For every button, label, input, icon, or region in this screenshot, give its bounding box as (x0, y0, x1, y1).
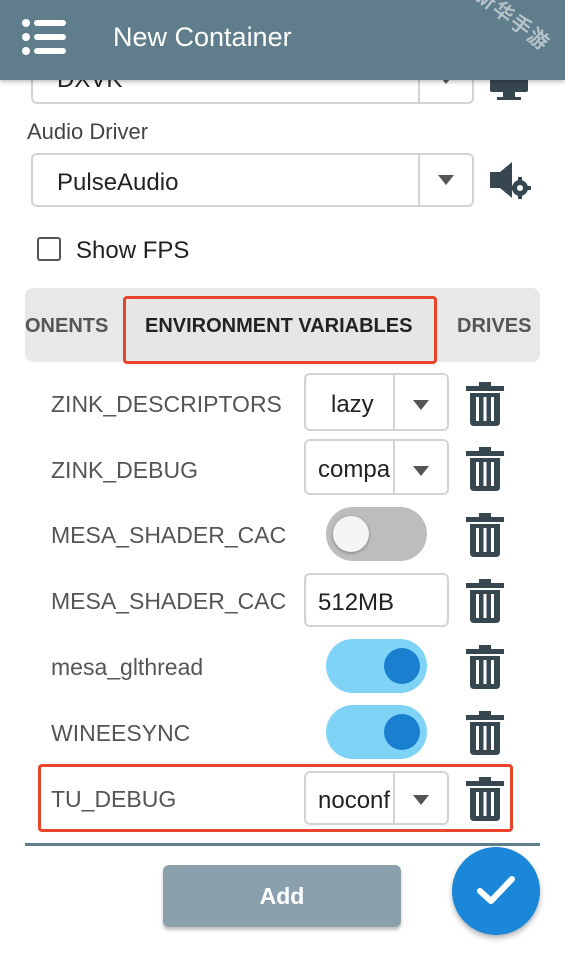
show-fps-label: Show FPS (76, 237, 190, 264)
trash-icon[interactable] (466, 711, 504, 755)
tab-components[interactable]: ONENTS (25, 315, 108, 338)
audio-driver-value: PulseAudio (57, 169, 179, 196)
toggle-knob (333, 516, 369, 552)
env-var-toggle[interactable] (326, 639, 427, 693)
chevron-down-icon (393, 375, 447, 429)
speaker-gear-icon[interactable] (488, 160, 532, 202)
env-var-name: ZINK_DEBUG (51, 457, 198, 483)
audio-driver-label: Audio Driver (27, 119, 149, 144)
tab-drives[interactable]: DRIVES (457, 315, 531, 338)
audio-driver-select[interactable]: PulseAudio (31, 153, 474, 207)
env-var-name: MESA_SHADER_CAC (51, 522, 287, 548)
env-var-toggle[interactable] (326, 507, 427, 561)
env-var-name: MESA_SHADER_CAC (51, 588, 287, 614)
add-button-label: Add (259, 883, 305, 909)
toggle-knob (384, 714, 420, 750)
add-button[interactable]: Add (163, 865, 401, 927)
check-icon (477, 876, 515, 904)
highlight-box-tab (123, 296, 437, 364)
highlight-box-row (38, 764, 513, 832)
trash-icon[interactable] (466, 447, 504, 491)
divider (25, 843, 540, 846)
confirm-fab[interactable] (452, 847, 540, 935)
page-title: New Container (113, 22, 292, 52)
chevron-down-icon (393, 441, 447, 493)
trash-icon[interactable] (466, 382, 504, 426)
env-var-value-input[interactable]: 512MB (304, 573, 449, 627)
env-var-toggle[interactable] (326, 705, 427, 759)
env-var-value: 512MB (318, 589, 395, 616)
trash-icon[interactable] (466, 513, 504, 557)
toggle-knob (384, 648, 420, 684)
show-fps-checkbox[interactable] (37, 237, 61, 261)
env-var-value: compa (318, 456, 391, 483)
trash-icon[interactable] (466, 579, 504, 623)
env-var-value-select[interactable]: compa (304, 439, 449, 495)
trash-icon[interactable] (466, 645, 504, 689)
env-var-name: mesa_glthread (51, 654, 204, 680)
chevron-down-icon (418, 155, 472, 205)
env-var-value: lazy (331, 391, 374, 418)
menu-list-icon[interactable] (22, 18, 66, 56)
env-var-name: WINEESYNC (51, 720, 191, 746)
env-var-name: ZINK_DESCRIPTORS (51, 391, 282, 417)
env-var-value-select[interactable]: lazy (304, 373, 449, 431)
